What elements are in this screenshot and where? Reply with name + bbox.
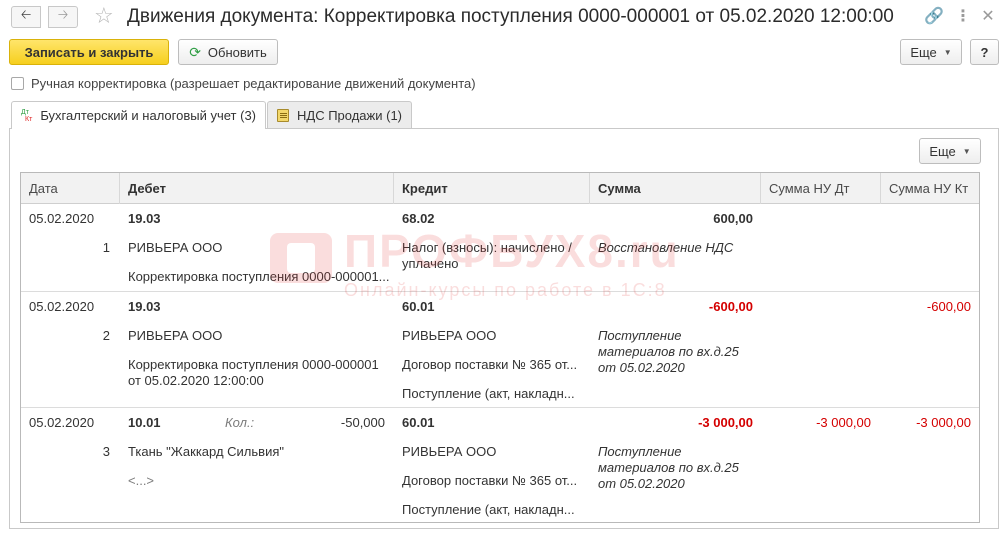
more-button[interactable]: Еще ▼	[900, 39, 962, 65]
table-row[interactable]: 05.02.2020 1 19.03 РИВЬЕРА ООО Корректир…	[21, 204, 979, 292]
refresh-icon: ⟳	[189, 43, 201, 60]
row-sum-nu-kt: -600,00	[926, 299, 971, 314]
manual-correction-label[interactable]: Ручная корректировка (разрешает редактир…	[31, 76, 476, 91]
row-number: 2	[102, 328, 110, 343]
arrow-left-icon: 🡠	[20, 7, 32, 22]
refresh-label: Обновить	[207, 44, 267, 60]
chevron-down-icon: ▼	[943, 47, 952, 57]
quantity-label: Кол.:	[225, 415, 255, 430]
row-content: Восстановление НДС	[598, 240, 734, 255]
column-header-debit[interactable]: Дебет	[120, 173, 394, 204]
table-header: Дата Дебет Кредит Сумма Сумма НУ Дт Сумм…	[21, 173, 979, 204]
debit-account: 19.03	[128, 211, 161, 226]
credit-account: 60.01	[402, 415, 435, 430]
column-header-credit[interactable]: Кредит	[394, 173, 590, 204]
tab-vat-sales-label: НДС Продажи (1)	[297, 107, 402, 123]
row-sum: -600,00	[708, 299, 753, 314]
grid-more-button[interactable]: Еще ▼	[919, 138, 981, 164]
debit-subconto-1: РИВЬЕРА ООО	[128, 240, 223, 255]
row-sum-nu-dt: -3 000,00	[816, 415, 871, 430]
title-bar: 🡠 🡢 ☆ Движения документа: Корректировка …	[0, 0, 1007, 36]
credit-subconto-1: Налог (взносы): начислено / уплачено	[402, 240, 572, 271]
credit-account: 68.02	[402, 211, 435, 226]
postings-table[interactable]: Дата Дебет Кредит Сумма Сумма НУ Дт Сумм…	[20, 172, 980, 523]
arrow-right-icon: 🡢	[57, 7, 69, 22]
star-icon[interactable]: ☆	[94, 4, 114, 28]
column-header-date[interactable]: Дата	[21, 173, 120, 204]
debit-account: 10.01	[128, 415, 161, 430]
column-header-sum[interactable]: Сумма	[590, 173, 761, 204]
back-button[interactable]: 🡠	[11, 6, 41, 28]
manual-correction-checkbox[interactable]	[11, 77, 24, 90]
row-date: 05.02.2020	[29, 211, 95, 226]
register-icon	[277, 108, 290, 122]
close-icon[interactable]: ✕	[978, 7, 998, 27]
save-and-close-label: Записать и закрыть	[24, 44, 154, 60]
tab-accounting[interactable]: Дт Кт Бухгалтерский и налоговый учет (3)	[11, 101, 266, 129]
help-button[interactable]: ?	[970, 39, 999, 65]
column-header-sum-nu-dt[interactable]: Сумма НУ Дт	[761, 173, 881, 204]
row-number: 1	[102, 240, 110, 255]
window-title: Движения документа: Корректировка поступ…	[127, 6, 894, 27]
credit-account: 60.01	[402, 299, 435, 314]
debit-subconto-2: Корректировка поступления 0000-000001...	[128, 269, 390, 284]
credit-subconto-2: Договор поставки № 365 от...	[402, 357, 578, 372]
row-sum: 600,00	[713, 211, 753, 226]
credit-subconto-2: Договор поставки № 365 от...	[402, 473, 578, 488]
tab-vat-sales[interactable]: НДС Продажи (1)	[267, 101, 412, 128]
debit-subconto-1: Ткань "Жаккард Сильвия"	[128, 444, 284, 459]
tab-accounting-label: Бухгалтерский и налоговый учет (3)	[40, 108, 256, 123]
dt-kt-icon: Дт Кт	[21, 108, 33, 123]
debit-account: 19.03	[128, 299, 161, 314]
more-label: Еще	[910, 44, 937, 60]
row-content: Поступление материалов по вх.д.25 от 05.…	[598, 328, 739, 375]
row-sum-nu-kt: -3 000,00	[916, 415, 971, 430]
chevron-down-icon: ▼	[962, 146, 971, 156]
credit-subconto-3: Поступление (акт, накладн...	[402, 502, 575, 517]
save-and-close-button[interactable]: Записать и закрыть	[9, 39, 169, 65]
table-row[interactable]: 05.02.2020 2 19.03 РИВЬЕРА ООО Корректир…	[21, 292, 979, 408]
debit-subconto-2: Корректировка поступления 0000-000001 от…	[128, 357, 379, 388]
row-sum: -3 000,00	[698, 415, 753, 430]
help-label: ?	[980, 44, 989, 60]
manual-correction-row: Ручная корректировка (разрешает редактир…	[11, 76, 476, 91]
grid-more-label: Еще	[929, 143, 956, 159]
row-date: 05.02.2020	[29, 415, 95, 430]
column-header-sum-nu-kt[interactable]: Сумма НУ Кт	[881, 173, 979, 204]
quantity-value: -50,000	[340, 415, 385, 430]
row-date: 05.02.2020	[29, 299, 95, 314]
forward-button[interactable]: 🡢	[48, 6, 78, 28]
refresh-button[interactable]: ⟳ Обновить	[178, 39, 278, 65]
kebab-menu-icon[interactable]: ⋮	[953, 7, 973, 27]
credit-subconto-1: РИВЬЕРА ООО	[402, 328, 497, 343]
row-number: 3	[102, 444, 110, 459]
credit-subconto-3: Поступление (акт, накладн...	[402, 386, 575, 401]
table-row[interactable]: 05.02.2020 3 10.01 Кол.: -50,000 Ткань "…	[21, 408, 979, 522]
debit-subconto-1: РИВЬЕРА ООО	[128, 328, 223, 343]
link-icon[interactable]: 🔗	[924, 7, 944, 27]
row-content: Поступление материалов по вх.д.25 от 05.…	[598, 444, 739, 491]
debit-subconto-2: <...>	[128, 473, 155, 488]
credit-subconto-1: РИВЬЕРА ООО	[402, 444, 497, 459]
